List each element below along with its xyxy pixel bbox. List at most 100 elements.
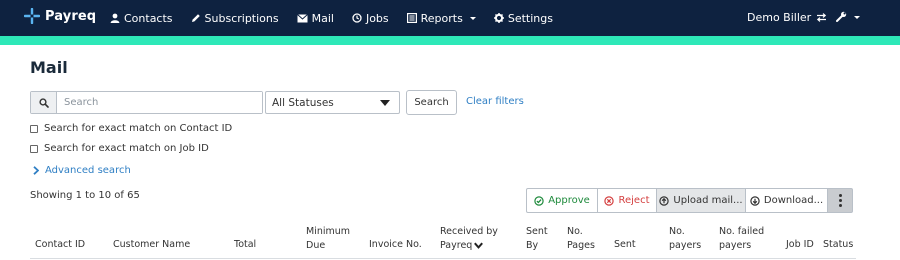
column-header-job-id-label: Job ID — [786, 239, 814, 250]
nav-item-settings[interactable]: Settings — [493, 11, 553, 25]
column-header-sent-by-line-2: By — [526, 240, 539, 251]
download-label: Download... — [763, 195, 824, 206]
column-header-received-by-line-2: Payreq — [440, 239, 498, 253]
upload-mail-label: Upload mail... — [673, 195, 743, 206]
advanced-search-label: Advanced search — [45, 165, 131, 176]
check-circle-icon — [534, 195, 544, 206]
chevron-right-icon — [33, 166, 39, 175]
column-header-status-label: Status — [823, 239, 854, 250]
column-header-sent-label: Sent — [614, 239, 636, 250]
table-header-divider — [30, 258, 856, 259]
user-icon — [110, 13, 120, 23]
top-navbar: Payreq Contacts Subscriptions Mail Jobs … — [0, 0, 900, 36]
search-button[interactable]: Search — [406, 90, 457, 115]
kebab-menu-icon — [838, 194, 842, 207]
payreq-logo-icon — [24, 8, 40, 24]
column-header-no-failed-payers-line-2: payers — [719, 240, 752, 251]
column-header-minimum-due-line-1: Minimum — [306, 226, 351, 237]
search-input[interactable] — [57, 92, 262, 113]
envelope-icon — [296, 13, 308, 22]
column-header-no-payers-line-2: payers — [669, 240, 702, 251]
gear-icon — [493, 13, 504, 23]
column-header-contact-id[interactable]: Contact ID — [35, 238, 85, 252]
nav-label-contacts: Contacts — [124, 11, 173, 25]
column-header-no-pages[interactable]: No. Pages — [567, 225, 595, 253]
wrench-icon — [836, 11, 847, 22]
column-header-customer-name[interactable]: Customer Name — [113, 238, 190, 252]
column-header-no-failed-payers-line-1: No. failed — [719, 226, 765, 237]
column-header-sent-by-line-1: Sent — [526, 226, 548, 237]
main-nav: Contacts Subscriptions Mail Jobs Reports… — [110, 0, 571, 36]
biller-switcher[interactable]: Demo Biller — [747, 11, 827, 24]
column-header-invoice-no-label: Invoice No. — [369, 239, 422, 250]
approve-button[interactable]: Approve — [526, 188, 598, 213]
search-group — [30, 91, 263, 114]
column-header-no-pages-line-1: No. — [567, 226, 583, 237]
search-icon — [38, 97, 49, 108]
download-icon — [750, 195, 760, 206]
tools-menu[interactable] — [836, 11, 860, 22]
column-header-total-label: Total — [234, 239, 257, 250]
pencil-icon — [191, 14, 200, 22]
column-header-sent[interactable]: Sent — [614, 238, 636, 252]
clear-filters-link[interactable]: Clear filters — [466, 96, 524, 107]
download-button[interactable]: Download... — [745, 188, 828, 213]
caret-down-icon — [380, 99, 390, 106]
column-header-customer-name-label: Customer Name — [113, 239, 191, 250]
swap-icon — [817, 13, 827, 22]
nav-item-mail[interactable]: Mail — [296, 11, 334, 25]
results-summary: Showing 1 to 10 of 65 — [30, 190, 140, 201]
exact-job-id-checkbox[interactable] — [30, 144, 38, 153]
column-header-sent-by[interactable]: Sent By — [526, 225, 548, 253]
exact-job-id-label: Search for exact match on Job ID — [44, 143, 209, 154]
nav-label-mail: Mail — [311, 11, 334, 25]
brand-logo[interactable]: Payreq — [24, 8, 96, 24]
column-header-invoice-no[interactable]: Invoice No. — [369, 238, 422, 252]
sort-descending-icon — [474, 242, 484, 249]
column-header-status[interactable]: Status — [823, 238, 853, 252]
nav-label-subscriptions: Subscriptions — [204, 11, 279, 25]
brand-name: Payreq — [45, 8, 97, 24]
nav-label-reports: Reports — [420, 11, 463, 25]
exact-job-id-option[interactable]: Search for exact match on Job ID — [30, 143, 209, 154]
column-header-no-failed-payers[interactable]: No. failed payers — [719, 225, 764, 253]
exact-contact-id-checkbox[interactable] — [30, 124, 38, 133]
mail-actions: Approve Reject Upload mail... Download..… — [526, 188, 853, 213]
status-select-value: All Statuses — [272, 96, 334, 109]
search-addon — [31, 92, 57, 113]
nav-item-jobs[interactable]: Jobs — [352, 12, 389, 25]
nav-item-reports[interactable]: Reports — [406, 11, 476, 25]
nav-item-subscriptions[interactable]: Subscriptions — [191, 12, 279, 25]
nav-label-jobs: Jobs — [365, 11, 389, 25]
x-circle-icon — [604, 195, 615, 206]
column-header-received-by-line-2-text: Payreq — [440, 240, 473, 251]
reject-label: Reject — [618, 195, 650, 206]
report-icon — [406, 13, 417, 23]
exact-contact-id-label: Search for exact match on Contact ID — [44, 123, 233, 134]
upload-icon — [659, 195, 670, 206]
accent-bar — [0, 36, 900, 45]
column-header-contact-id-label: Contact ID — [35, 239, 86, 250]
column-header-no-pages-line-2: Pages — [567, 240, 595, 251]
upload-mail-button[interactable]: Upload mail... — [656, 188, 746, 213]
column-header-received-by-payreq[interactable]: Received by Payreq — [440, 225, 498, 253]
column-header-total[interactable]: Total — [234, 238, 256, 252]
chevron-down-icon — [469, 17, 476, 20]
reject-button[interactable]: Reject — [597, 188, 657, 213]
advanced-search-toggle[interactable]: Advanced search — [33, 165, 131, 176]
column-header-minimum-due[interactable]: Minimum Due — [306, 225, 350, 253]
chevron-down-icon — [854, 15, 860, 19]
nav-label-settings: Settings — [507, 11, 553, 25]
column-header-no-payers[interactable]: No. payers — [669, 225, 701, 253]
exact-contact-id-option[interactable]: Search for exact match on Contact ID — [30, 123, 232, 134]
page-title: Mail — [30, 58, 68, 77]
column-header-no-payers-line-1: No. — [669, 226, 685, 237]
clock-icon — [352, 13, 362, 23]
nav-item-contacts[interactable]: Contacts — [110, 12, 173, 25]
approve-label: Approve — [548, 195, 590, 206]
more-actions-button[interactable] — [827, 188, 853, 213]
biller-name: Demo Biller — [747, 11, 812, 24]
column-header-minimum-due-line-2: Due — [306, 240, 326, 251]
column-header-job-id[interactable]: Job ID — [786, 238, 814, 252]
status-select[interactable]: All Statuses — [265, 91, 400, 114]
